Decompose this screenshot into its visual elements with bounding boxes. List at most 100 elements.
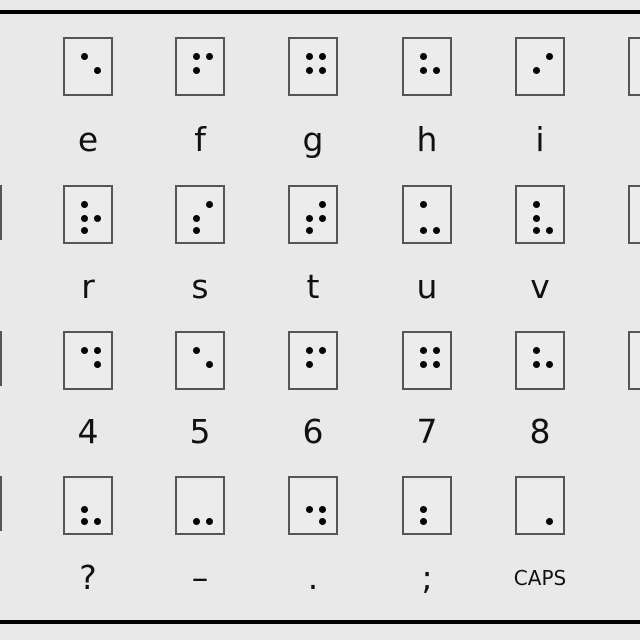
- braille-dot-2: [533, 361, 540, 368]
- braille-dot-1: [193, 347, 200, 354]
- braille-cell: [515, 476, 565, 535]
- braille-dot-4: [319, 347, 326, 354]
- braille-dot-5: [94, 67, 101, 74]
- braille-dot-5: [319, 215, 326, 222]
- braille-dot-4: [433, 347, 440, 354]
- braille-dot-3: [306, 227, 313, 234]
- braille-dot-5: [206, 361, 213, 368]
- braille-dot-6: [546, 227, 553, 234]
- braille-dot-3: [533, 227, 540, 234]
- braille-dot-2: [193, 215, 200, 222]
- braille-cell: [402, 331, 452, 390]
- braille-dot-6: [206, 518, 213, 525]
- braille-dot-4: [206, 53, 213, 60]
- braille-label: 8: [529, 412, 551, 451]
- braille-cell: [175, 476, 225, 535]
- braille-cell: [402, 185, 452, 244]
- braille-dot-2: [306, 67, 313, 74]
- braille-dot-3: [420, 227, 427, 234]
- braille-dot-4: [319, 201, 326, 208]
- braille-dot-2: [420, 67, 427, 74]
- braille-label: ;: [421, 558, 433, 597]
- braille-dot-3: [193, 227, 200, 234]
- braille-dot-2: [81, 215, 88, 222]
- braille-label: u: [416, 267, 438, 306]
- braille-dot-3: [81, 227, 88, 234]
- braille-dot-3: [81, 518, 88, 525]
- braille-dot-5: [94, 361, 101, 368]
- braille-dot-2: [306, 215, 313, 222]
- partial-braille-cell: [0, 331, 2, 386]
- braille-dot-1: [81, 347, 88, 354]
- braille-dot-6: [94, 518, 101, 525]
- braille-dot-6: [319, 518, 326, 525]
- braille-dot-5: [433, 361, 440, 368]
- braille-dot-2: [306, 506, 313, 513]
- braille-label: s: [191, 267, 209, 306]
- braille-dot-1: [420, 201, 427, 208]
- braille-dot-1: [81, 53, 88, 60]
- braille-dot-2: [533, 215, 540, 222]
- braille-dot-4: [546, 53, 553, 60]
- braille-cell: [175, 37, 225, 96]
- braille-label: r: [81, 267, 95, 306]
- braille-cell: [175, 331, 225, 390]
- braille-cell: [515, 331, 565, 390]
- braille-dot-2: [420, 506, 427, 513]
- braille-dot-4: [319, 53, 326, 60]
- braille-dot-2: [533, 67, 540, 74]
- braille-cell: [288, 185, 338, 244]
- braille-dot-5: [319, 506, 326, 513]
- braille-dot-1: [420, 347, 427, 354]
- braille-cell: [63, 185, 113, 244]
- braille-label: .: [307, 558, 319, 597]
- braille-label: i: [535, 120, 545, 159]
- braille-label: 6: [302, 412, 324, 451]
- top-rule: [0, 10, 640, 14]
- braille-dot-3: [420, 518, 427, 525]
- braille-label: –: [191, 558, 209, 597]
- braille-cell: [63, 331, 113, 390]
- braille-cell: [402, 476, 452, 535]
- braille-label: 5: [189, 412, 211, 451]
- braille-cell: [288, 37, 338, 96]
- braille-dot-3: [193, 518, 200, 525]
- braille-dot-5: [546, 361, 553, 368]
- braille-dot-1: [306, 53, 313, 60]
- braille-cell: [402, 37, 452, 96]
- braille-dot-6: [546, 518, 553, 525]
- braille-label: 7: [416, 412, 438, 451]
- braille-cell: [63, 476, 113, 535]
- bottom-rule: [0, 620, 640, 624]
- braille-dot-2: [420, 361, 427, 368]
- braille-dot-5: [433, 67, 440, 74]
- braille-dot-6: [433, 227, 440, 234]
- braille-label: h: [416, 120, 438, 159]
- braille-cell: [63, 37, 113, 96]
- partial-braille-cell: [0, 185, 2, 240]
- braille-label: e: [77, 120, 99, 159]
- braille-label: g: [302, 120, 324, 159]
- braille-dot-1: [81, 201, 88, 208]
- braille-dot-1: [193, 53, 200, 60]
- braille-dot-1: [533, 347, 540, 354]
- braille-dot-4: [94, 347, 101, 354]
- braille-dot-1: [533, 201, 540, 208]
- braille-dot-4: [206, 201, 213, 208]
- braille-label: ?: [79, 558, 97, 597]
- partial-braille-cell: [628, 331, 640, 390]
- braille-cell: [175, 185, 225, 244]
- braille-dot-1: [420, 53, 427, 60]
- partial-braille-cell: [628, 185, 640, 244]
- braille-dot-2: [81, 506, 88, 513]
- braille-dot-1: [306, 347, 313, 354]
- braille-cell: [515, 185, 565, 244]
- braille-dot-2: [306, 361, 313, 368]
- partial-braille-cell: [0, 476, 2, 531]
- partial-braille-cell: [628, 37, 640, 96]
- braille-label: CAPS: [513, 566, 567, 590]
- braille-label: v: [530, 267, 550, 306]
- braille-dot-5: [319, 67, 326, 74]
- braille-label: 4: [77, 412, 99, 451]
- braille-dot-5: [94, 215, 101, 222]
